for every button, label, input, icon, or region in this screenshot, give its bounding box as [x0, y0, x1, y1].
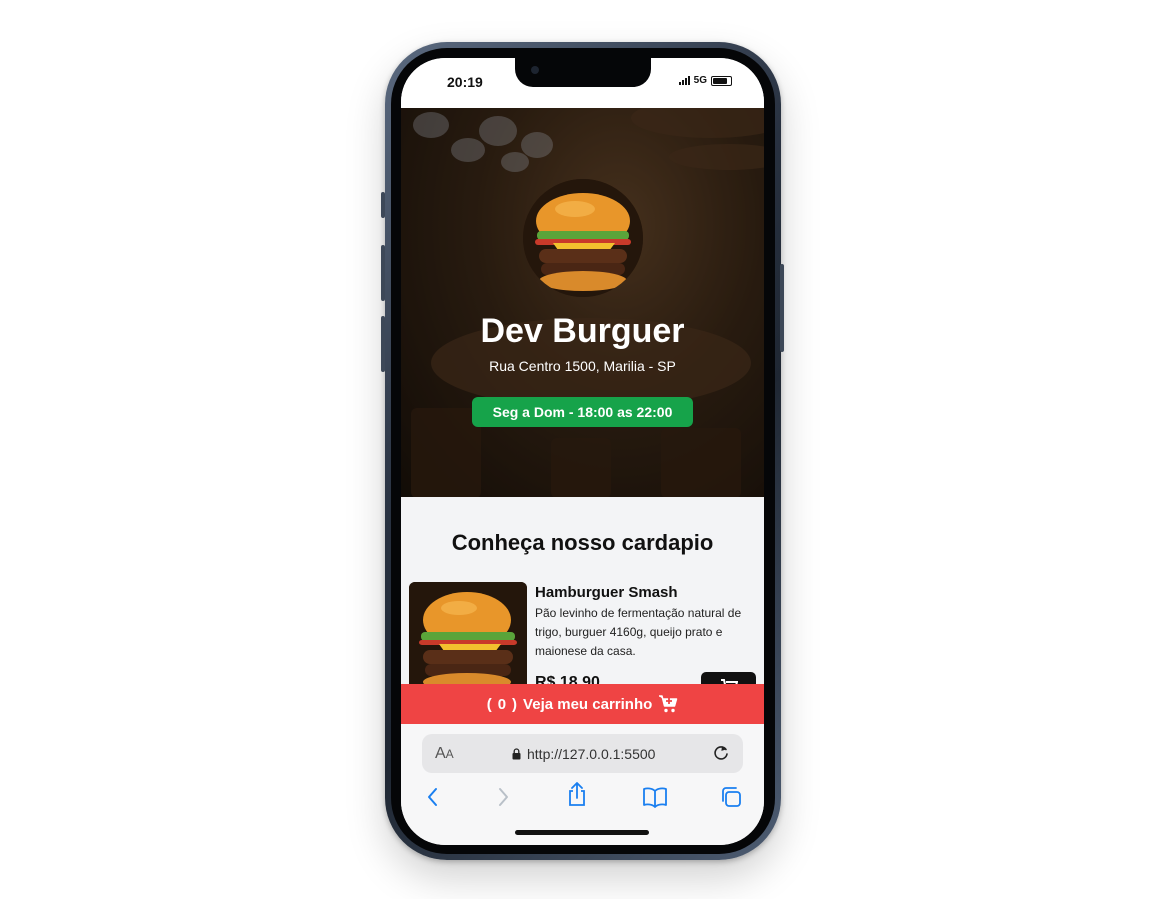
url-display[interactable]: http://127.0.0.1:5500: [512, 746, 655, 762]
signal-icon: [678, 76, 690, 85]
menu-item: Hamburguer Smash Pão levinho de fermenta…: [409, 582, 756, 698]
menu-item-description: Pão levinho de fermentação natural de tr…: [535, 606, 742, 658]
text-size-button[interactable]: AA: [435, 745, 454, 763]
menu-item-name: Hamburguer Smash: [535, 584, 678, 601]
restaurant-title: Dev Burguer: [480, 312, 685, 350]
restaurant-logo: [523, 179, 643, 297]
cart-count-open-paren: (: [486, 695, 492, 713]
lock-icon: [512, 748, 521, 760]
cart-count-close-paren: ): [512, 695, 518, 713]
url-text: http://127.0.0.1:5500: [527, 746, 656, 762]
restaurant-header: Dev Burguer Rua Centro 1500, Marilia - S…: [401, 108, 764, 497]
status-bar: 20:19 5G: [401, 58, 764, 108]
tabs-icon[interactable]: [720, 786, 742, 808]
cart-count: 0: [497, 695, 507, 713]
cart-icon: [659, 695, 678, 713]
view-cart-button[interactable]: ( 0 ) Veja meu carrinho: [401, 684, 764, 724]
address-bar[interactable]: AA http://127.0.0.1:5500: [422, 734, 743, 773]
cart-label: Veja meu carrinho: [523, 695, 653, 713]
menu-item-image: [409, 582, 527, 692]
status-time: 20:19: [447, 74, 483, 90]
phone-screen: 20:19 5G Dev Burguer Rua Centro 1500, Ma…: [401, 58, 764, 845]
mute-switch: [381, 192, 385, 218]
volume-down-button: [381, 316, 385, 372]
power-button: [780, 264, 784, 352]
back-icon[interactable]: [423, 786, 443, 808]
reload-icon[interactable]: [711, 743, 731, 763]
home-indicator: [515, 830, 649, 835]
restaurant-address: Rua Centro 1500, Marilia - SP: [489, 358, 676, 374]
browser-chrome: AA http://127.0.0.1:5500: [401, 724, 764, 845]
network-label: 5G: [693, 75, 707, 86]
status-indicators: 5G: [678, 75, 732, 86]
menu-heading: Conheça nosso cardapio: [451, 530, 714, 555]
bookmarks-icon[interactable]: [642, 786, 668, 808]
volume-up-button: [381, 245, 385, 301]
battery-icon: [711, 75, 732, 86]
opening-hours-badge: Seg a Dom - 18:00 as 22:00: [472, 397, 693, 427]
notch: [515, 58, 651, 87]
forward-icon[interactable]: [493, 786, 513, 808]
camera: [531, 66, 539, 74]
share-icon[interactable]: [565, 782, 589, 808]
